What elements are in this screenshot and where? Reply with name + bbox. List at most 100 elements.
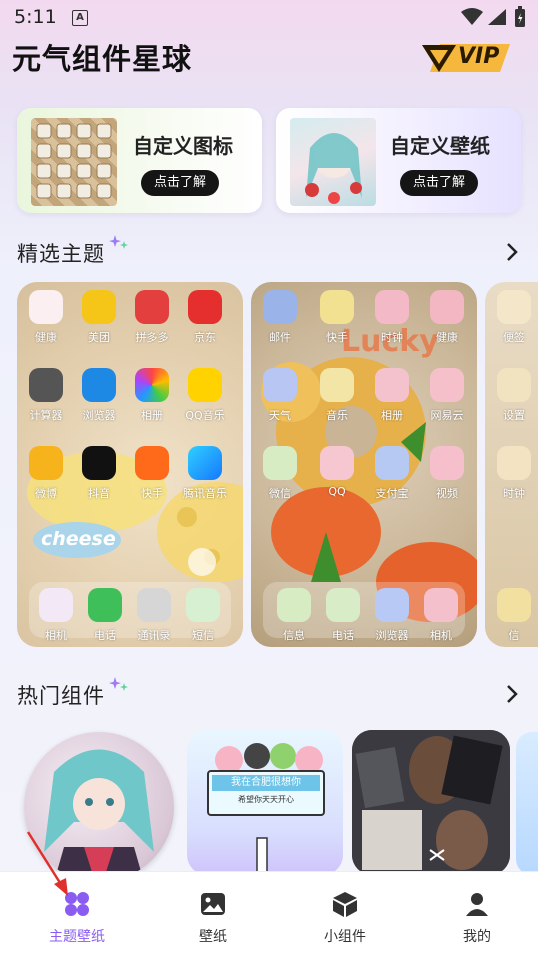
app-browser: 浏览器 — [74, 368, 124, 423]
custom-wallpaper-card[interactable]: 自定义壁纸 点击了解 — [276, 108, 521, 213]
wifi-icon — [461, 8, 483, 25]
app-label: 浏览器 — [82, 409, 116, 422]
pinduoduo-icon — [135, 290, 169, 324]
app-label: 通讯录 — [137, 629, 171, 642]
app-label: 信息 — [283, 629, 305, 642]
theme-card-lucky[interactable]: Lucky 邮件 快手 时钟 健康 天气 音乐 相册 网易云 微信 QQ 支付宝… — [251, 282, 477, 647]
dock-messages-3: 信 — [489, 588, 538, 643]
qq-icon — [320, 446, 354, 480]
app-label: 音乐 — [326, 409, 348, 422]
app-label: 短信 — [192, 629, 214, 642]
custom-icon-card[interactable]: 自定义图标 点击了解 — [17, 108, 262, 213]
app-label: 浏览器 — [375, 629, 409, 642]
weibo-icon — [29, 446, 63, 480]
app-health: 健康 — [21, 290, 71, 345]
sign-line-2: 希望你天天开心 — [238, 795, 294, 804]
pointer-arrow-icon — [26, 831, 68, 896]
camera-icon — [39, 588, 73, 622]
app-label: 快手 — [326, 331, 348, 344]
app-label: 相机 — [45, 629, 67, 642]
notes-icon — [497, 290, 531, 324]
vip-button[interactable]: VIP — [420, 42, 512, 74]
battery-icon — [515, 6, 525, 27]
app-label: 计算器 — [29, 409, 63, 422]
tab-label: 我的 — [463, 929, 491, 945]
app-mail: 邮件 — [255, 290, 305, 345]
app-label: 信 — [508, 629, 520, 642]
jd-icon — [188, 290, 222, 324]
app-label: 视频 — [436, 487, 458, 500]
app-photos-2: 相册 — [367, 368, 417, 423]
wechat-icon — [263, 446, 297, 480]
phone-icon — [88, 588, 122, 622]
mail-icon — [263, 290, 297, 324]
app-label: 快手 — [141, 487, 163, 500]
app-tencent-music: 腾讯音乐 — [180, 446, 230, 501]
app-qq: QQ — [312, 446, 362, 498]
dock-phone: 电话 — [318, 588, 368, 643]
vip-label: VIP — [458, 44, 500, 69]
cube-icon — [333, 892, 357, 917]
app-kuaishou-2: 快手 — [312, 290, 362, 345]
app-settings: 设置 — [489, 368, 538, 423]
tab-label: 壁纸 — [199, 929, 227, 945]
dock-camera: 相机 — [416, 588, 466, 643]
app-label: 电话 — [332, 629, 354, 642]
sparkle-icon — [109, 677, 128, 691]
dock-phone: 电话 — [80, 588, 130, 643]
app-kuaishou: 快手 — [127, 446, 177, 501]
app-jd: 京东 — [180, 290, 230, 345]
photos-icon — [135, 368, 169, 402]
photos-icon — [375, 368, 409, 402]
featured-more-chevron-icon[interactable] — [500, 240, 524, 264]
play-icon — [188, 446, 222, 480]
widget-partial[interactable] — [516, 732, 538, 875]
browser-icon — [375, 588, 409, 622]
anime-wallpaper-preview — [305, 133, 362, 204]
app-weather: 天气 — [255, 368, 305, 423]
dock-messages: 信息 — [269, 588, 319, 643]
compass-icon — [82, 368, 116, 402]
widget-sign-board[interactable]: 我在合肥很想你 希望你天天开心 — [187, 730, 343, 875]
theme-card-partial[interactable]: 便签 设置 时钟 信 — [485, 282, 538, 647]
dock-camera: 相机 — [31, 588, 81, 643]
app-photos: 相册 — [127, 368, 177, 423]
douyin-icon — [82, 446, 116, 480]
app-calculator: 计算器 — [21, 368, 71, 423]
photo-collage-illustration — [352, 730, 510, 875]
app-label: 网易云 — [430, 409, 464, 422]
featured-themes-title: 精选主题 — [17, 242, 105, 266]
app-wechat: 微信 — [255, 446, 305, 501]
meituan-icon — [82, 290, 116, 324]
tab-label: 主题壁纸 — [49, 929, 105, 945]
custom-wallpaper-learn-button[interactable]: 点击了解 — [400, 170, 478, 196]
bottom-tab-bar: 主题壁纸 壁纸 小组件 我的 — [0, 871, 538, 956]
app-clock: 时钟 — [367, 290, 417, 345]
tab-widgets[interactable]: 小组件 — [278, 872, 412, 956]
custom-icon-learn-button[interactable]: 点击了解 — [141, 170, 219, 196]
app-label: 邮件 — [269, 331, 291, 344]
theme-dock: 信息 电话 浏览器 相机 — [263, 582, 465, 642]
tab-profile[interactable]: 我的 — [410, 872, 538, 956]
contacts-icon — [137, 588, 171, 622]
app-label: 设置 — [503, 409, 525, 422]
app-label: 天气 — [269, 409, 291, 422]
tab-wallpaper[interactable]: 壁纸 — [146, 872, 280, 956]
widget-photo-collage[interactable] — [352, 730, 510, 875]
video-icon — [430, 446, 464, 480]
app-label: 抖音 — [88, 487, 110, 500]
app-label: 便签 — [503, 331, 525, 344]
sign-panel: 我在合肥很想你 希望你天天开心 — [207, 770, 325, 816]
profile-icon — [466, 893, 488, 916]
app-netease-music: 网易云 — [422, 368, 472, 423]
app-video: 视频 — [422, 446, 472, 501]
app-health-2: 健康 — [422, 290, 472, 345]
kuaishou-icon — [135, 446, 169, 480]
hot-more-chevron-icon[interactable] — [500, 682, 524, 706]
sparkle-icon — [109, 235, 128, 249]
custom-wallpaper-thumbnail — [290, 118, 376, 206]
theme-card-cheese[interactable]: cheese 健康 美团 拼多多 京东 计算器 浏览器 相册 QQ音乐 微博 抖… — [17, 282, 243, 647]
app-label: QQ音乐 — [185, 409, 225, 422]
music-note-icon — [188, 368, 222, 402]
status-time: 5:11 — [14, 6, 57, 28]
